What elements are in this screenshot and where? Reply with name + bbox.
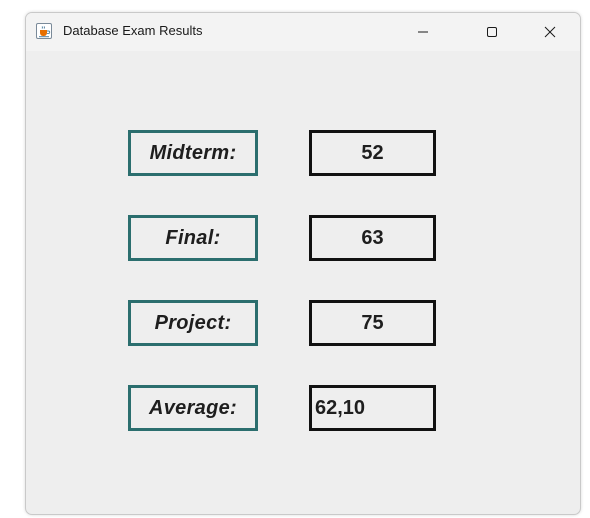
minimize-button[interactable] [400,13,446,51]
midterm-label: Midterm: [128,130,258,176]
app-window: Database Exam Results Midterm: 52 Final:… [25,12,581,515]
project-value: 75 [309,300,436,346]
window-title: Database Exam Results [63,23,203,38]
project-label: Project: [128,300,258,346]
average-label: Average: [128,385,258,431]
close-icon [544,26,556,38]
close-button[interactable] [527,13,573,51]
java-cup-icon [36,23,52,39]
minimize-icon [418,31,428,33]
maximize-icon [487,27,497,37]
final-value: 63 [309,215,436,261]
final-label: Final: [128,215,258,261]
midterm-value: 52 [309,130,436,176]
average-value: 62,10 [309,385,436,431]
maximize-button[interactable] [469,13,515,51]
title-bar[interactable]: Database Exam Results [26,13,580,51]
